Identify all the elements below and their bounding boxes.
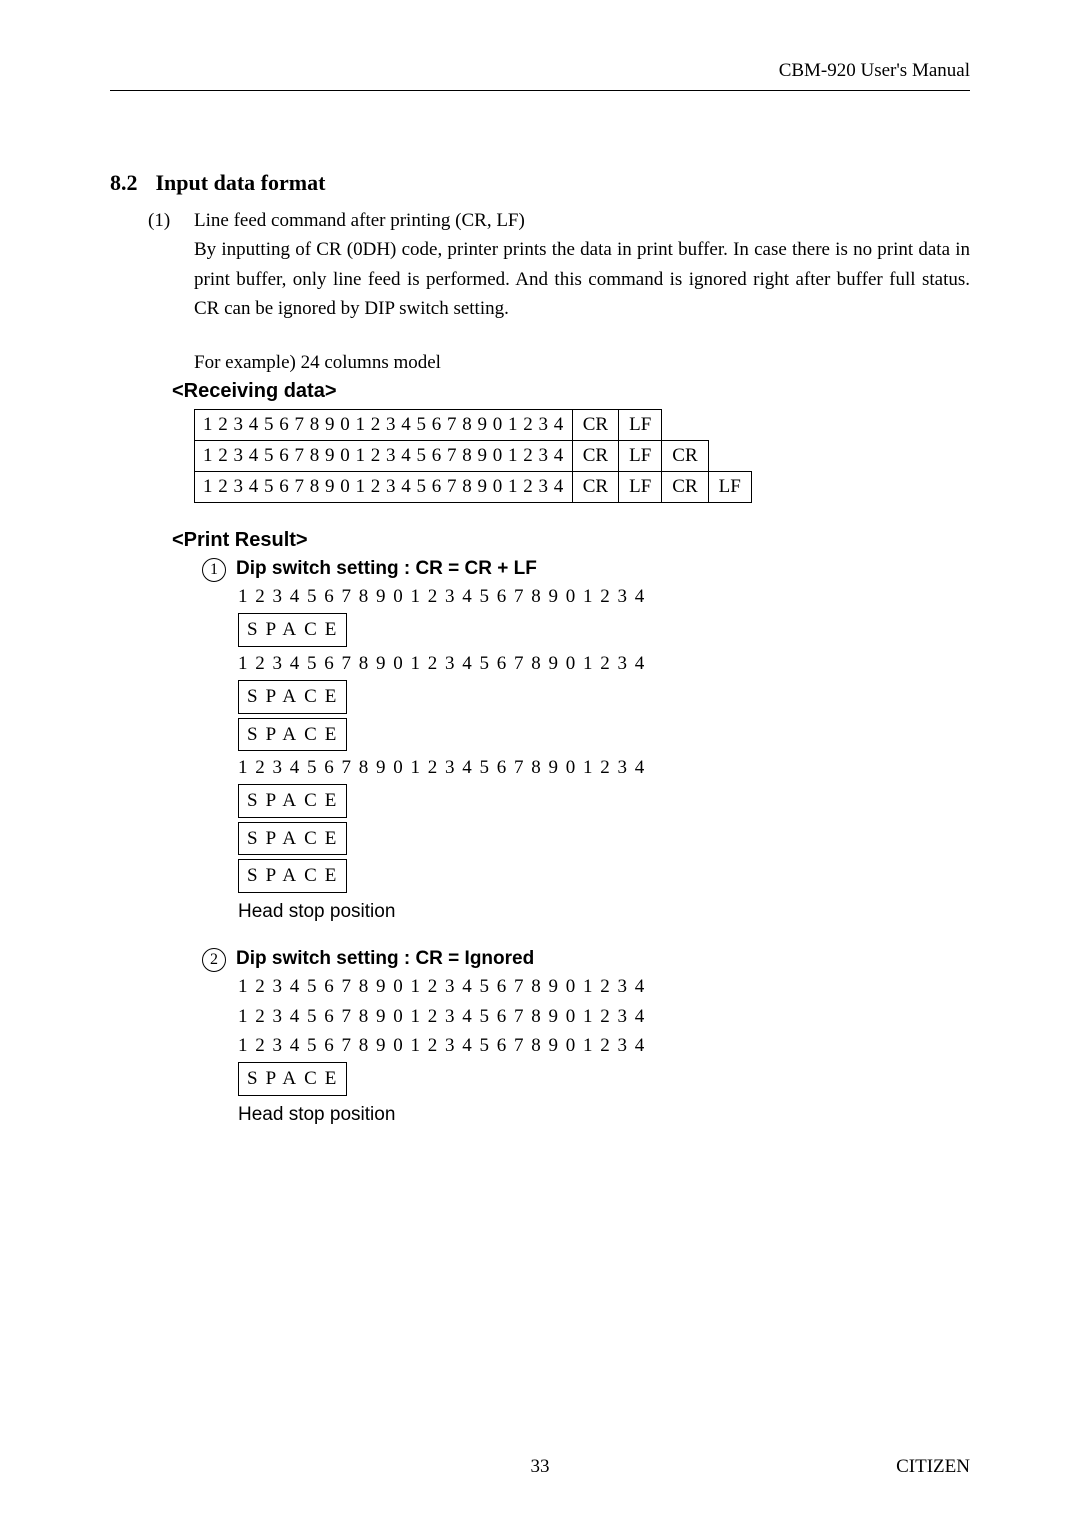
section-heading: 8.2 Input data format (110, 170, 970, 196)
print-line: 1 2 3 4 5 6 7 8 9 0 1 2 3 4 5 6 7 8 9 0 … (238, 582, 970, 611)
item-1-number: (1) (148, 206, 180, 235)
item-1-title: Line feed command after printing (CR, LF… (194, 206, 525, 235)
print-line: 1 2 3 4 5 6 7 8 9 0 1 2 3 4 5 6 7 8 9 0 … (238, 649, 970, 678)
space-box: SPACE (238, 859, 347, 892)
case-2-label: Dip switch setting : CR = Ignored (236, 948, 534, 970)
case-2-block: 1 2 3 4 5 6 7 8 9 0 1 2 3 4 5 6 7 8 9 0 … (238, 972, 970, 1129)
recv-cell: LF (708, 471, 751, 502)
header-rule (110, 90, 970, 91)
recv-cell: LF (619, 409, 662, 440)
table-row: 1 2 3 4 5 6 7 8 9 0 1 2 3 4 5 6 7 8 9 0 … (195, 440, 752, 471)
space-box: SPACE (238, 613, 347, 646)
circle-number-icon: 1 (202, 558, 226, 582)
recv-cell: CR (572, 409, 618, 440)
recv-cell: CR (662, 471, 708, 502)
section-number: 8.2 (110, 170, 138, 196)
brand-name: CITIZEN (896, 1456, 970, 1478)
recv-cell: CR (572, 471, 618, 502)
space-box: SPACE (238, 822, 347, 855)
case-1-label: Dip switch setting : CR = CR + LF (236, 558, 537, 580)
section-title: Input data format (156, 170, 326, 196)
table-row: 1 2 3 4 5 6 7 8 9 0 1 2 3 4 5 6 7 8 9 0 … (195, 409, 752, 440)
case-1-block: 1 2 3 4 5 6 7 8 9 0 1 2 3 4 5 6 7 8 9 0 … (238, 582, 970, 926)
space-box: SPACE (238, 718, 347, 751)
manual-title: CBM-920 User's Manual (779, 60, 970, 82)
example-caption: For example) 24 columns model (194, 352, 970, 374)
circle-number-icon: 2 (202, 948, 226, 972)
print-line: 1 2 3 4 5 6 7 8 9 0 1 2 3 4 5 6 7 8 9 0 … (238, 972, 970, 1001)
recv-cell: CR (662, 440, 708, 471)
space-box: SPACE (238, 784, 347, 817)
head-stop-position: Head stop position (238, 897, 970, 926)
print-result-heading: <Print Result> (172, 529, 970, 552)
receiving-data-table: 1 2 3 4 5 6 7 8 9 0 1 2 3 4 5 6 7 8 9 0 … (194, 409, 752, 503)
recv-cell: LF (619, 440, 662, 471)
item-1-row: (1) Line feed command after printing (CR… (148, 206, 970, 235)
case-1-heading: 1 Dip switch setting : CR = CR + LF (202, 558, 970, 582)
case-2-heading: 2 Dip switch setting : CR = Ignored (202, 948, 970, 972)
recv-cell: LF (619, 471, 662, 502)
item-1-body: By inputting of CR (0DH) code, printer p… (194, 235, 970, 323)
print-line: 1 2 3 4 5 6 7 8 9 0 1 2 3 4 5 6 7 8 9 0 … (238, 753, 970, 782)
space-box: SPACE (238, 1062, 347, 1095)
recv-seq: 1 2 3 4 5 6 7 8 9 0 1 2 3 4 5 6 7 8 9 0 … (195, 440, 573, 471)
table-row: 1 2 3 4 5 6 7 8 9 0 1 2 3 4 5 6 7 8 9 0 … (195, 471, 752, 502)
recv-seq: 1 2 3 4 5 6 7 8 9 0 1 2 3 4 5 6 7 8 9 0 … (195, 409, 573, 440)
print-line: 1 2 3 4 5 6 7 8 9 0 1 2 3 4 5 6 7 8 9 0 … (238, 1002, 970, 1031)
receiving-data-heading: <Receiving data> (172, 380, 970, 403)
head-stop-position: Head stop position (238, 1100, 970, 1129)
space-box: SPACE (238, 680, 347, 713)
recv-cell: CR (572, 440, 618, 471)
recv-seq: 1 2 3 4 5 6 7 8 9 0 1 2 3 4 5 6 7 8 9 0 … (195, 471, 573, 502)
print-line: 1 2 3 4 5 6 7 8 9 0 1 2 3 4 5 6 7 8 9 0 … (238, 1031, 970, 1060)
